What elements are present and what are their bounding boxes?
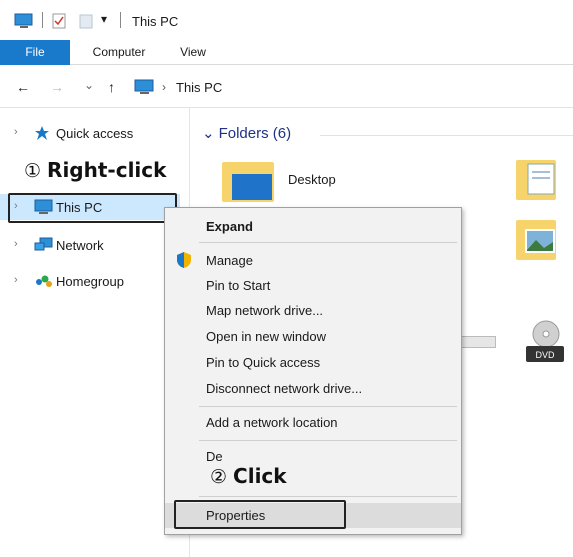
tab-computer[interactable]: Computer <box>84 40 154 65</box>
address-bar-row: ← → ⌄ ↑ › This PC <box>0 66 573 108</box>
tab-view[interactable]: View <box>168 40 218 65</box>
group-collapse-icon[interactable]: ⌄ <box>202 125 215 142</box>
menu-item-label: Pin to Quick access <box>206 355 321 370</box>
folder-desktop-label[interactable]: Desktop <box>288 172 336 187</box>
documents-folder-icon[interactable] <box>514 156 562 204</box>
menu-item-pin-quick-access[interactable]: Pin to Quick access <box>165 350 461 375</box>
highlight-this-pc <box>8 193 177 223</box>
desktop-folder-icon[interactable] <box>220 158 278 204</box>
menu-item-manage[interactable]: Manage <box>165 248 461 273</box>
this-pc-icon <box>14 13 33 28</box>
annotation-step-1: ① Right-click <box>24 158 166 182</box>
step-number: ① <box>24 160 42 182</box>
annotation-step-2: ② Click <box>206 464 291 488</box>
nav-item-label: Homegroup <box>56 274 124 289</box>
back-arrow-icon[interactable]: ← <box>16 79 30 95</box>
menu-item-label: Disconnect network drive... <box>206 381 363 396</box>
menu-item-label: Open in new window <box>206 329 326 344</box>
menu-item-label: De <box>206 449 223 464</box>
expand-chevron-icon[interactable]: › <box>14 126 18 138</box>
up-arrow-icon[interactable]: ↑ <box>108 79 115 95</box>
this-pc-icon <box>134 79 154 94</box>
qat-dropdown-icon[interactable]: ▾ <box>101 12 107 26</box>
breadcrumb-separator[interactable]: › <box>162 80 166 94</box>
folders-group-header[interactable]: ⌄ Folders (6) <box>202 124 291 142</box>
dvd-drive-icon[interactable]: DVD <box>524 318 566 366</box>
nav-item-label: Quick access <box>56 126 134 141</box>
menu-separator <box>199 496 457 497</box>
menu-item-add-network-location[interactable]: Add a network location <box>165 410 461 435</box>
expand-chevron-icon[interactable]: › <box>14 238 18 250</box>
recent-locations-icon[interactable]: ⌄ <box>84 78 94 92</box>
menu-item-disconnect-network-drive[interactable]: Disconnect network drive... <box>165 376 461 401</box>
properties-qat-icon[interactable] <box>52 13 66 29</box>
menu-item-label: Expand <box>206 219 253 234</box>
highlight-properties <box>174 500 346 529</box>
homegroup-icon <box>36 275 52 287</box>
new-folder-qat-icon[interactable] <box>79 13 93 29</box>
network-icon <box>34 237 53 251</box>
separator <box>42 12 43 28</box>
step-text: Right-click <box>47 158 167 182</box>
group-divider <box>320 135 573 136</box>
title-bar: ▾ This PC <box>0 0 573 40</box>
step-text: Click <box>233 464 287 488</box>
menu-separator <box>199 440 457 441</box>
svg-text:DVD: DVD <box>535 350 555 360</box>
menu-item-label: Pin to Start <box>206 278 271 293</box>
menu-item-label: Add a network location <box>206 415 338 430</box>
separator <box>120 12 121 28</box>
menu-item-open-new-window[interactable]: Open in new window <box>165 324 461 349</box>
menu-item-map-network-drive[interactable]: Map network drive... <box>165 298 461 323</box>
breadcrumb-this-pc[interactable]: This PC <box>176 80 222 95</box>
pictures-folder-icon[interactable] <box>514 216 562 264</box>
menu-item-pin-to-start[interactable]: Pin to Start <box>165 273 461 298</box>
menu-item-label: Map network drive... <box>206 303 324 318</box>
window-title: This PC <box>132 14 179 29</box>
tab-file[interactable]: File <box>0 40 70 65</box>
nav-item-quick-access[interactable]: › Quick access <box>0 120 180 146</box>
menu-separator <box>199 406 457 407</box>
star-icon <box>35 126 49 140</box>
group-header-label: Folders (6) <box>218 125 292 142</box>
menu-separator <box>199 242 457 243</box>
menu-item-label: Manage <box>206 253 253 268</box>
nav-item-label: Network <box>56 238 104 253</box>
nav-item-network[interactable]: › Network <box>0 232 180 258</box>
expand-chevron-icon[interactable]: › <box>14 274 18 286</box>
forward-arrow-icon[interactable]: → <box>50 79 64 95</box>
drive-usage-bar <box>458 336 496 348</box>
nav-item-homegroup[interactable]: › Homegroup <box>0 268 180 294</box>
ribbon: File Computer View <box>0 40 573 65</box>
menu-item-expand[interactable]: Expand <box>165 214 461 239</box>
shield-icon <box>177 252 191 268</box>
step-number: ② <box>210 466 228 488</box>
